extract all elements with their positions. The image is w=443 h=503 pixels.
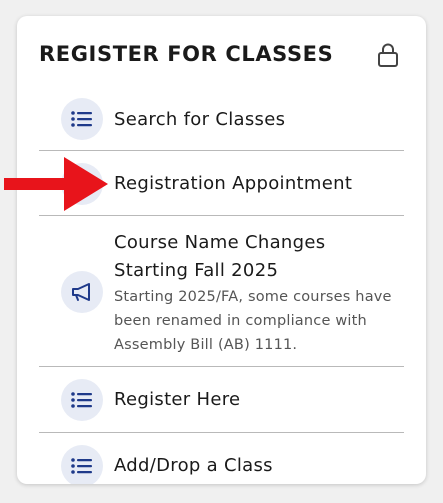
register-for-classes-card: REGISTER FOR CLASSES Search for Classes	[17, 16, 426, 484]
megaphone-icon	[61, 271, 103, 313]
menu-item-search-for-classes[interactable]: Search for Classes	[17, 92, 426, 150]
menu-item-label: Register Here	[114, 389, 241, 410]
menu-item-label-line2: Starting Fall 2025	[114, 260, 279, 281]
red-arrow-pointer	[4, 157, 108, 211]
section-title: REGISTER FOR CLASSES	[39, 42, 334, 66]
list-icon	[61, 379, 103, 421]
menu-item-description: Starting 2025/FA, some courses have been…	[114, 289, 392, 353]
menu-item-label: Search for Classes	[114, 109, 286, 130]
menu-item-label-line1: Course Name Changes	[114, 232, 326, 253]
menu-item-label: Registration Appointment	[114, 173, 353, 194]
menu-item-add-drop-class[interactable]: Add/Drop a Class	[17, 433, 426, 484]
menu-item-register-here[interactable]: Register Here	[17, 367, 426, 431]
menu-item-label: Add/Drop a Class	[114, 455, 273, 476]
list-icon	[61, 98, 103, 140]
menu-item-course-name-changes[interactable]: Course Name Changes Starting Fall 2025 S…	[17, 216, 426, 366]
lock-icon	[376, 42, 400, 68]
list-icon	[61, 445, 103, 484]
